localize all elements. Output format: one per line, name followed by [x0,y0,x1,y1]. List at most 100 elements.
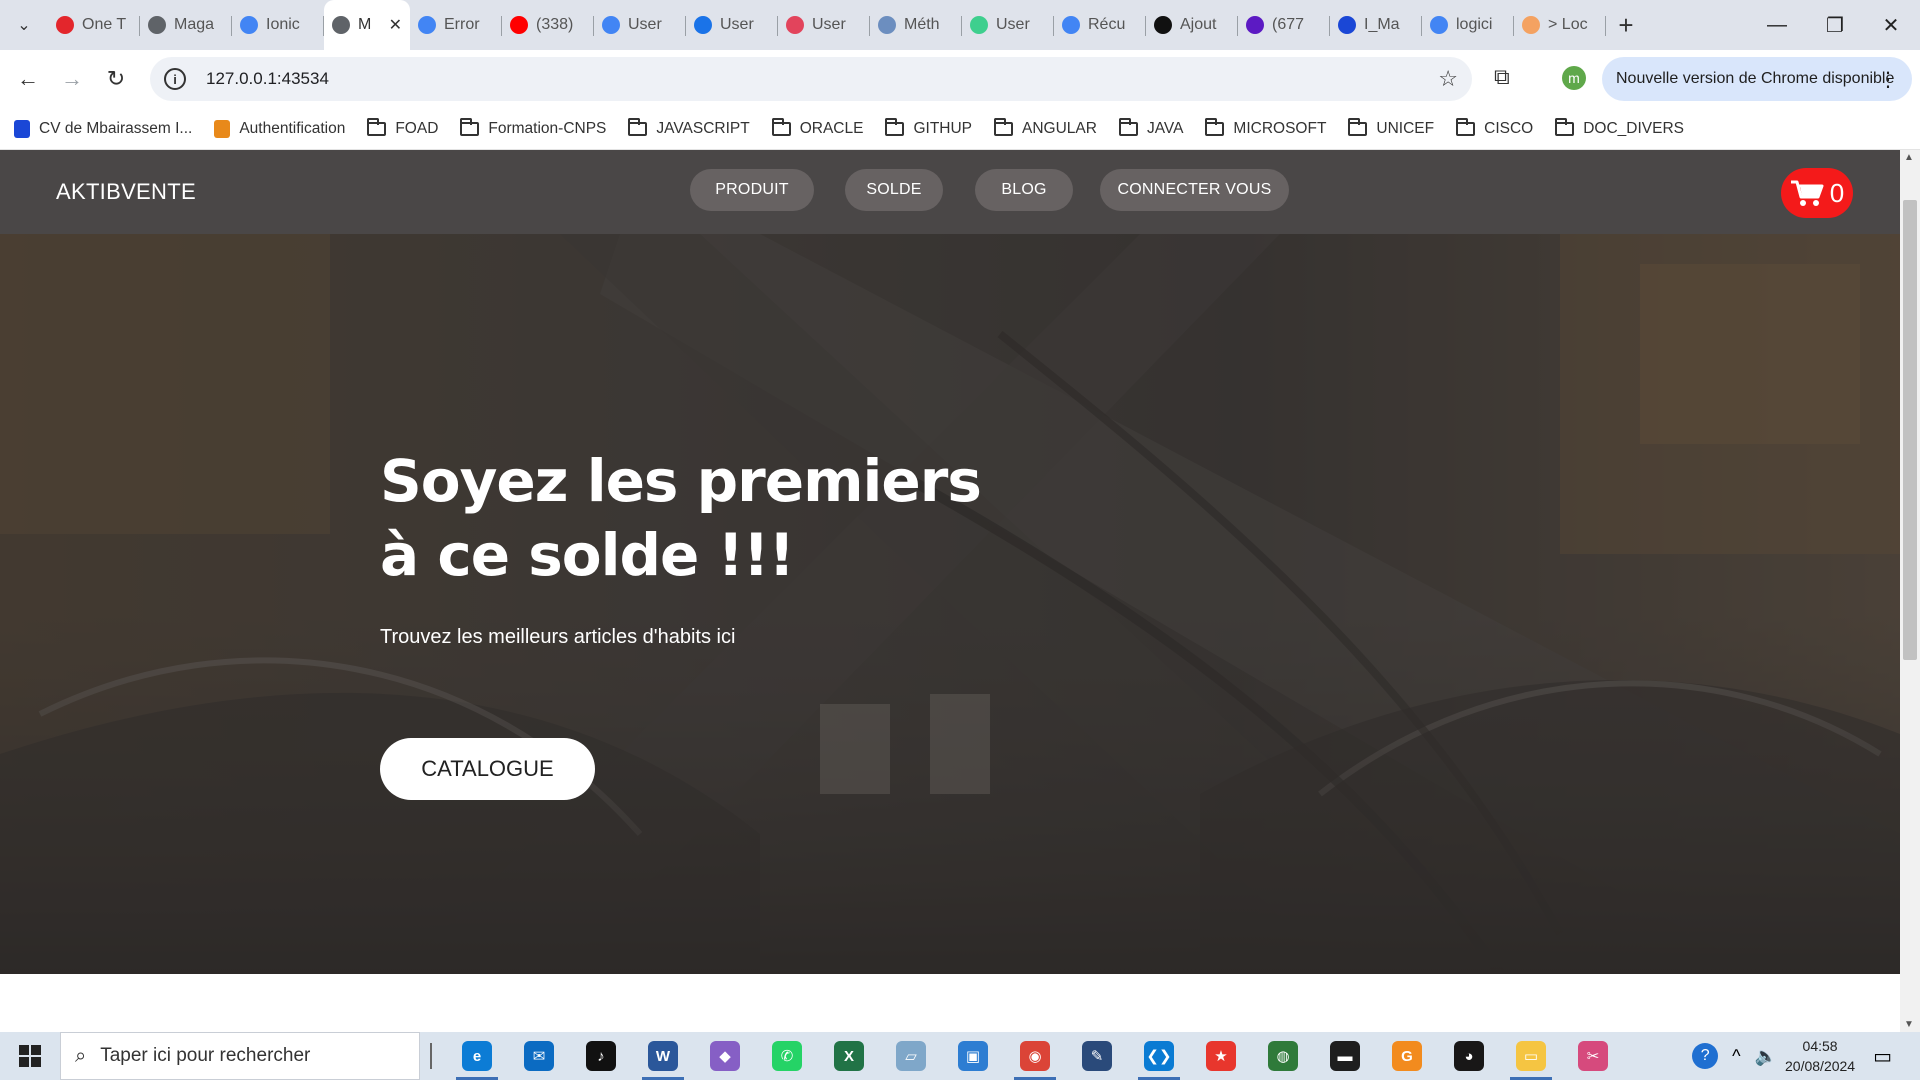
browser-tab[interactable]: > Loc [1514,0,1606,50]
tab-strip: ⌄ One T Maga Ionic M ✕ Error (338) User User User… [0,0,1920,50]
taskbar-app[interactable]: ★ [1190,1032,1252,1080]
site-info-icon[interactable]: i [164,68,186,90]
system-clock[interactable]: 04:58 20/08/2024 [1785,1036,1855,1076]
scroll-up-icon[interactable]: ▲ [1904,152,1914,163]
bookmark-item[interactable]: CISCO [1456,117,1534,138]
browser-tab[interactable]: Ajout [1146,0,1238,50]
chrome-icon: ◉ [1020,1041,1050,1071]
address-bar[interactable]: i 127.0.0.1:43534 ☆ [150,57,1472,101]
page-scrollbar[interactable]: ▲ ▼ [1900,150,1920,1032]
hero-title-line-1: Soyez les premiers [380,447,982,515]
reload-button[interactable]: ↻ [96,59,136,99]
browser-tab[interactable]: One T [48,0,140,50]
volume-icon[interactable]: 🔈 [1755,1046,1777,1067]
bookmark-item[interactable]: Formation-CNPS [460,117,607,138]
back-button[interactable]: ← [8,59,48,99]
extensions-icon[interactable]: ⧉ [1494,64,1510,90]
hero-overlay [0,234,1900,974]
scroll-down-icon[interactable]: ▼ [1904,1019,1914,1030]
arrow-left-icon: ← [17,66,39,91]
vscode-icon: ❮❯ [1144,1041,1174,1071]
new-tab-button[interactable]: + [1606,0,1646,50]
tab-close-icon[interactable]: ✕ [389,15,402,35]
taskbar-app[interactable]: ◉ [1004,1032,1066,1080]
browser-tab[interactable]: (338) [502,0,594,50]
taskbar-app[interactable]: e [446,1032,508,1080]
tab-search-button[interactable]: ⌄ [0,0,48,50]
nav-produit-link[interactable]: PRODUIT [690,169,814,211]
url-text[interactable]: 127.0.0.1:43534 [206,69,329,89]
visual-studio-icon: ◆ [710,1041,740,1071]
tab-favicon-icon [602,16,620,34]
taskbar-search-box[interactable]: ⌕ Taper ici pour rechercher [60,1032,420,1080]
close-window-button[interactable]: ✕ [1862,0,1920,50]
taskbar-app[interactable]: ❮❯ [1128,1032,1190,1080]
browser-tab[interactable]: Méth [870,0,962,50]
profile-avatar[interactable]: m [1562,66,1586,90]
taskbar-app[interactable]: X [818,1032,880,1080]
tab-favicon-icon [1430,16,1448,34]
bookmark-item[interactable]: UNICEF [1348,117,1434,138]
bookmark-item[interactable]: Authentification [214,119,345,138]
browser-tab[interactable]: User [778,0,870,50]
bookmark-item[interactable]: JAVA [1118,117,1183,138]
taskbar-app[interactable]: ◆ [694,1032,756,1080]
bookmark-label: CISCO [1484,119,1534,137]
bookmark-label: Formation-CNPS [488,119,607,137]
kebab-menu-icon[interactable]: ⋮ [1878,67,1898,92]
browser-tab[interactable]: User [594,0,686,50]
bookmark-star-icon[interactable]: ☆ [1438,66,1458,92]
browser-tab[interactable]: Maga [140,0,232,50]
update-chip-label: Nouvelle version de Chrome disponible [1616,70,1895,87]
browser-tab[interactable]: Ionic [232,0,324,50]
catalogue-button[interactable]: CATALOGUE [380,738,595,800]
bookmark-item[interactable]: CV de Mbairassem I... [14,119,193,138]
minimize-button[interactable]: — [1748,0,1806,50]
forward-button[interactable]: → [52,59,92,99]
taskbar-app[interactable]: ✂ [1562,1032,1624,1080]
help-icon[interactable]: ? [1692,1043,1719,1069]
taskbar-app[interactable]: ◕ [1438,1032,1500,1080]
bookmark-label: CV de Mbairassem I... [39,119,193,137]
bookmark-item[interactable]: ANGULAR [994,117,1097,138]
browser-tab[interactable]: logici [1422,0,1514,50]
taskbar-app[interactable]: ✆ [756,1032,818,1080]
browser-tab[interactable]: I_Ma [1330,0,1422,50]
browser-tab[interactable]: User [962,0,1054,50]
taskbar-app[interactable]: ▱ [880,1032,942,1080]
nav-blog-link[interactable]: BLOG [975,169,1073,211]
browser-tab[interactable]: User [686,0,778,50]
tab-title: User [628,16,662,33]
browser-tab[interactable]: Error [410,0,502,50]
bookmark-item[interactable]: DOC_DIVERS [1555,117,1684,138]
site-brand[interactable]: AKTIBVENTE [56,179,196,205]
tab-favicon-icon [240,16,258,34]
taskbar-app[interactable]: ▬ [1314,1032,1376,1080]
scroll-thumb[interactable] [1903,200,1917,660]
taskbar-app[interactable]: ▭ [1500,1032,1562,1080]
taskbar-app[interactable]: ▣ [942,1032,1004,1080]
bookmark-item[interactable]: ORACLE [771,117,863,138]
restore-button[interactable]: ❐ [1806,0,1864,50]
bookmark-item[interactable]: GITHUP [885,117,972,138]
start-button[interactable] [0,1032,60,1080]
taskbar-app[interactable]: ◍ [1252,1032,1314,1080]
taskbar-app[interactable]: ✎ [1066,1032,1128,1080]
folder-icon [1348,117,1368,136]
update-chrome-button[interactable]: Nouvelle version de Chrome disponible ⋮ [1602,57,1912,101]
browser-tab[interactable]: Récu [1054,0,1146,50]
cart-button[interactable]: 0 [1781,168,1853,218]
browser-tab[interactable]: (677 [1238,0,1330,50]
chevron-up-icon[interactable]: ^ [1732,1046,1740,1067]
taskbar-app[interactable]: G [1376,1032,1438,1080]
taskbar-app[interactable]: ♪ [570,1032,632,1080]
taskbar-app[interactable]: W [632,1032,694,1080]
notifications-icon[interactable]: ▭ [1873,1044,1892,1069]
taskbar-app[interactable]: ✉ [508,1032,570,1080]
browser-tab[interactable]: M ✕ [324,0,410,50]
bookmark-item[interactable]: FOAD [367,117,438,138]
nav-connect-link[interactable]: CONNECTER VOUS [1100,169,1289,211]
bookmark-item[interactable]: JAVASCRIPT [628,117,750,138]
nav-solde-link[interactable]: SOLDE [845,169,943,211]
bookmark-item[interactable]: MICROSOFT [1205,117,1326,138]
